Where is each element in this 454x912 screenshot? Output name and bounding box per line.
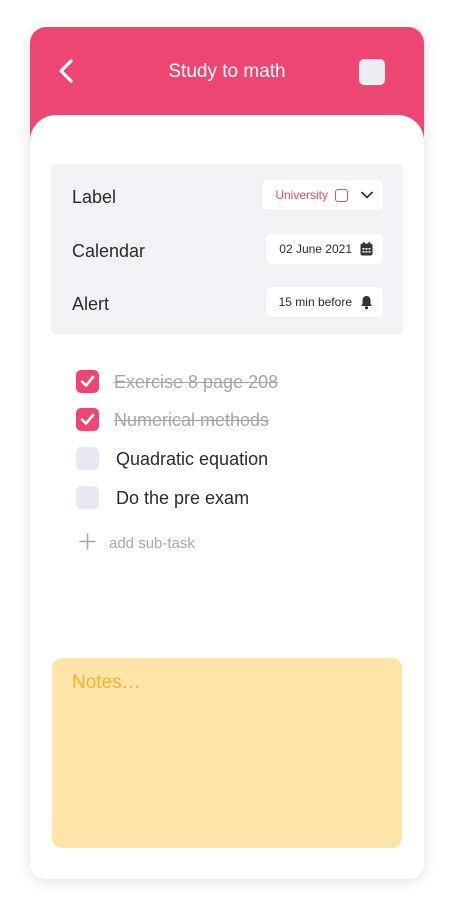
calendar-title: Calendar	[72, 241, 146, 261]
calendar-value: 02 June 2021	[279, 242, 352, 256]
subtask-item: Exercise 8 page 208	[76, 370, 396, 394]
subtask-checkbox[interactable]	[76, 486, 99, 509]
subtask-text[interactable]: Do the pre exam	[116, 488, 249, 509]
subtask-checkbox[interactable]	[76, 370, 99, 393]
subtask-checkbox[interactable]	[76, 447, 99, 470]
alert-title: Alert	[72, 294, 110, 314]
subtask-text[interactable]: Quadratic equation	[116, 449, 268, 470]
calendar-icon	[360, 242, 373, 256]
chevron-down-icon	[361, 191, 373, 199]
page-title: Study to math	[168, 61, 286, 82]
complete-task-checkbox[interactable]	[359, 59, 385, 85]
label-row: Label University	[51, 180, 403, 212]
calendar-row: Calendar 02 June 2021	[51, 234, 403, 266]
task-detail-card: Study to math Label University Calendar	[30, 27, 424, 879]
check-icon	[80, 375, 95, 387]
label-color-swatch	[335, 188, 348, 202]
notes-field[interactable]: Notes…	[52, 658, 402, 848]
content-area: Label University Calendar 02 June 2021 A…	[30, 115, 424, 879]
calendar-picker[interactable]: 02 June 2021	[266, 234, 383, 264]
alert-picker[interactable]: 15 min before	[265, 287, 383, 317]
subtask-checkbox[interactable]	[76, 408, 99, 431]
plus-icon	[79, 533, 96, 550]
subtask-item: Numerical methods	[76, 408, 396, 432]
notes-placeholder: Notes…	[72, 672, 141, 693]
subtask-item: Quadratic equation	[76, 447, 396, 471]
subtask-text[interactable]: Exercise 8 page 208	[114, 372, 278, 393]
alert-value: 15 min before	[278, 295, 352, 309]
bell-icon	[361, 295, 372, 309]
label-title: Label	[72, 187, 117, 207]
check-icon	[80, 413, 95, 425]
alert-row: Alert 15 min before	[51, 287, 403, 319]
back-button[interactable]	[52, 57, 80, 85]
label-value: University	[275, 188, 328, 202]
label-dropdown[interactable]: University	[262, 180, 383, 210]
chevron-left-icon	[59, 59, 73, 83]
settings-panel: Label University Calendar 02 June 2021 A…	[51, 164, 403, 334]
subtask-text[interactable]: Numerical methods	[114, 410, 269, 431]
add-subtask-label: add sub-task	[109, 535, 195, 552]
add-subtask-button[interactable]: add sub-task	[76, 531, 276, 553]
subtask-item: Do the pre exam	[76, 486, 396, 510]
